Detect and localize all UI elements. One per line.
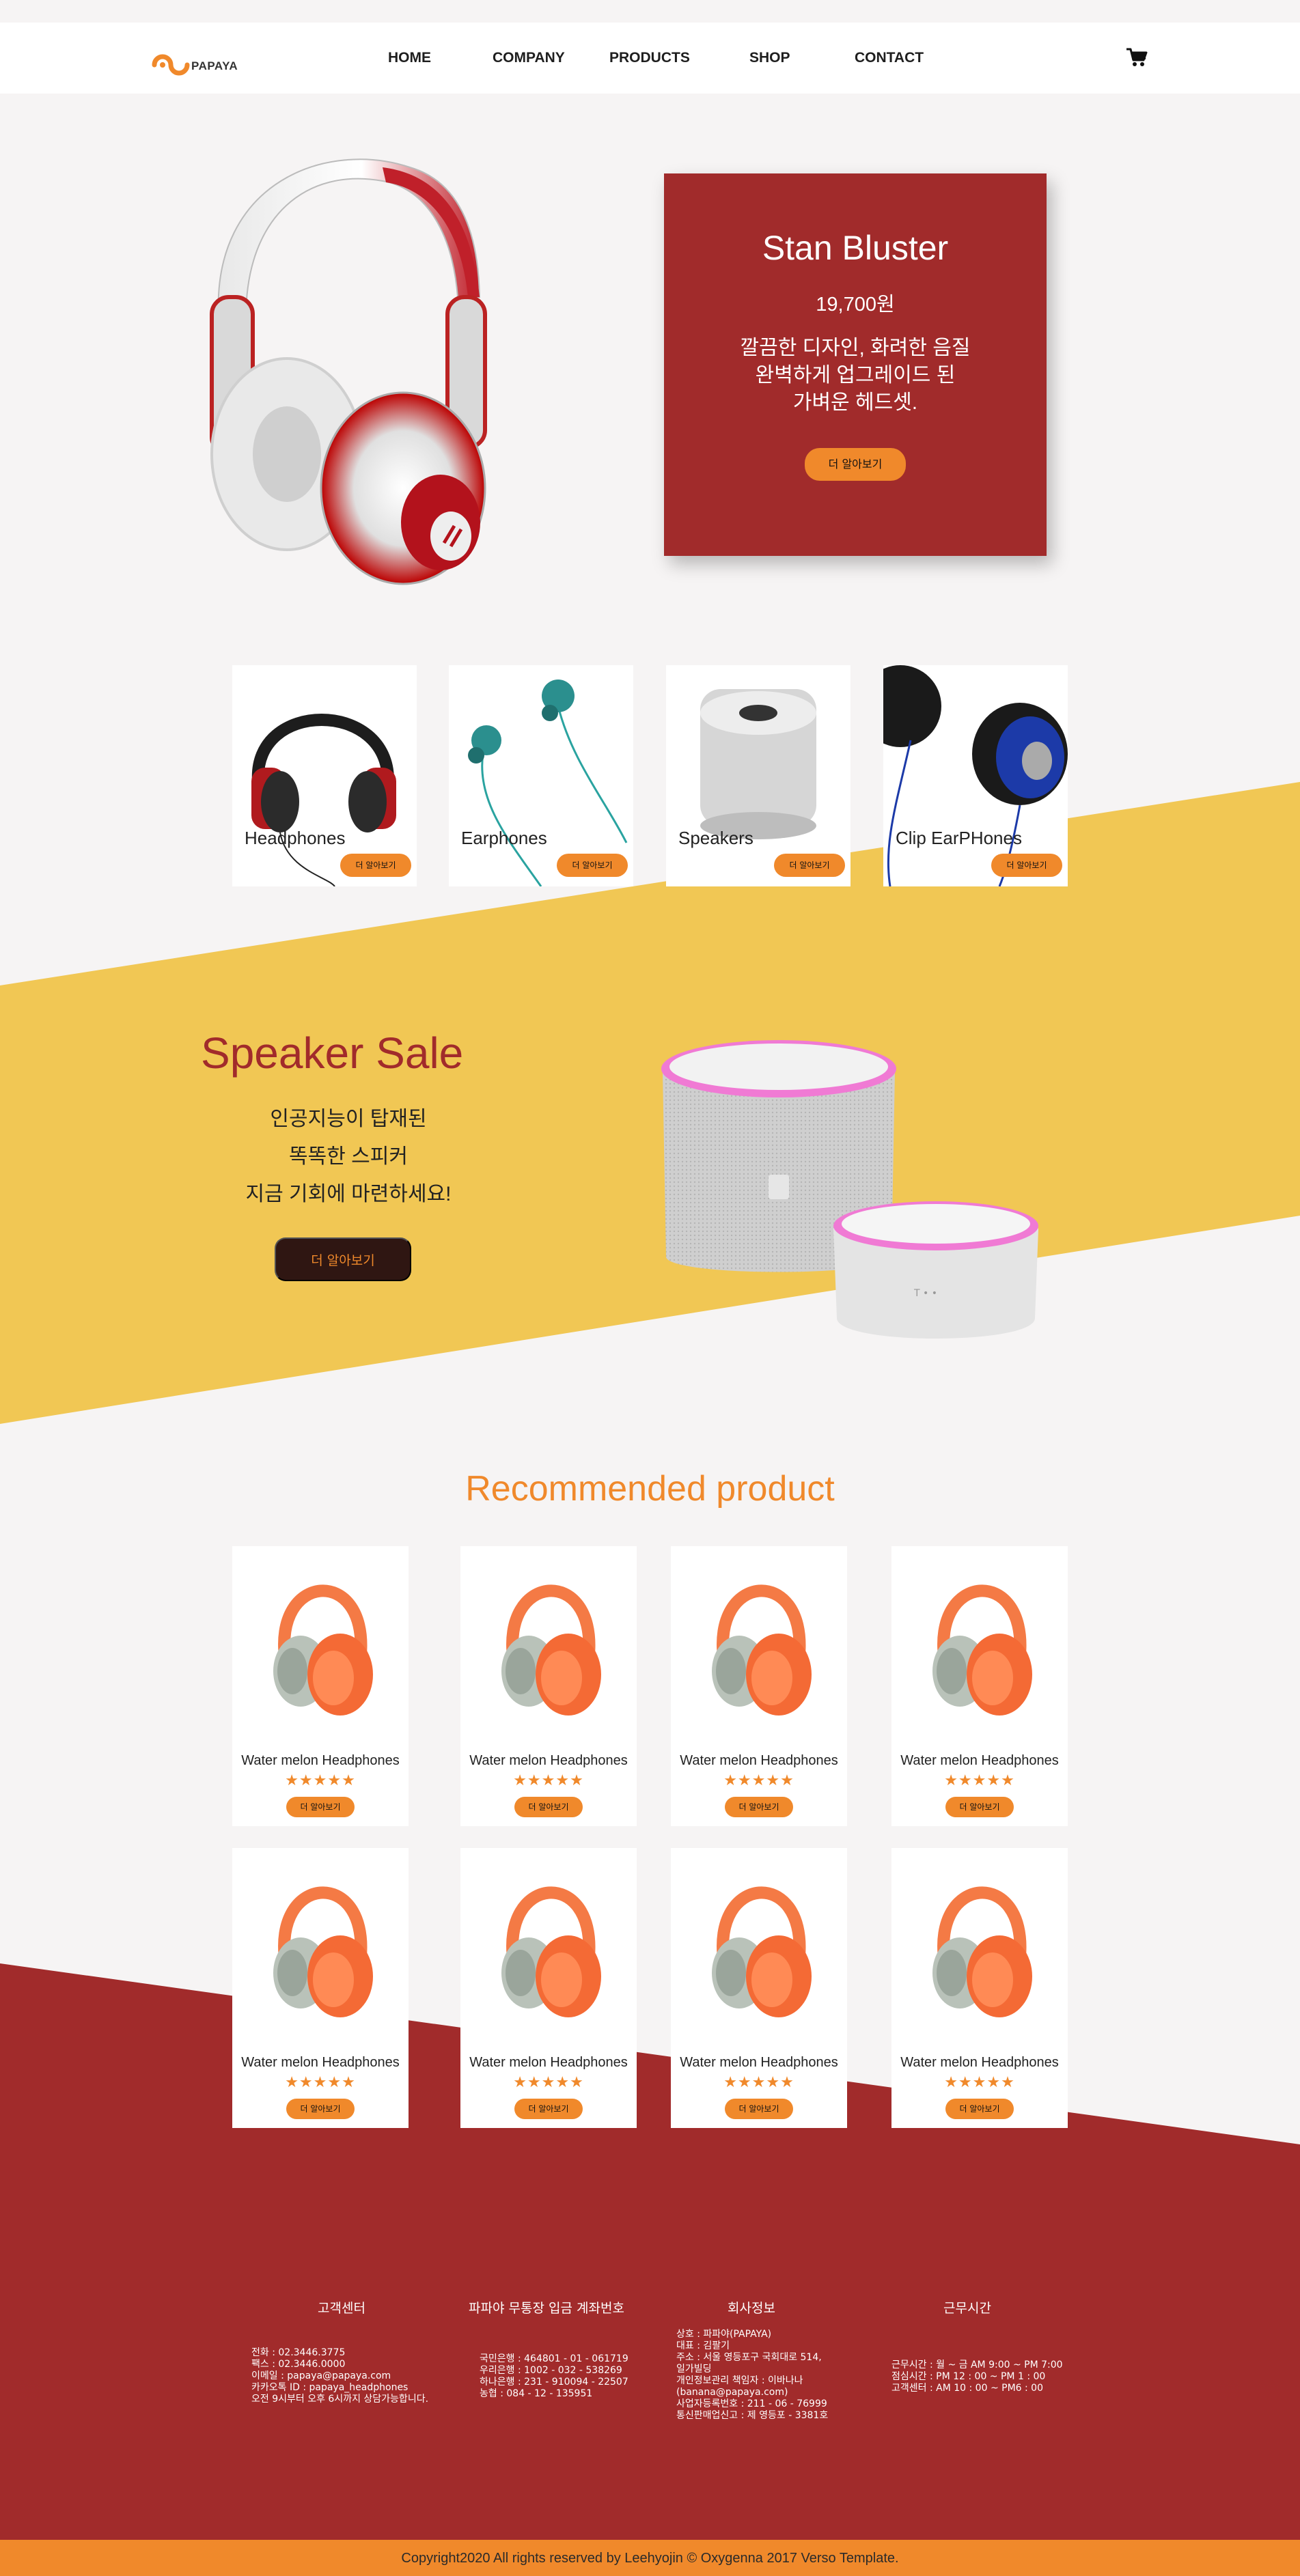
product-learn-more-button[interactable]: 더 알아보기 (514, 1797, 583, 1817)
watermelon-headphones-image (932, 1886, 1032, 2017)
sale-line: 인공지능이 탑재된 (270, 1108, 427, 1130)
sale-learn-more-button[interactable]: 더 알아보기 (275, 1237, 411, 1281)
category-label: Speakers (678, 828, 753, 848)
watermelon-headphones-image (501, 1886, 601, 2017)
category-learn-more-button[interactable]: 더 알아보기 (774, 854, 845, 877)
rating-stars-icon: ★★★★★ (513, 1772, 584, 1789)
product-card[interactable]: Water melon Headphones ★★★★★ 더 알아보기 (460, 1848, 637, 2128)
product-card[interactable]: Water melon Headphones ★★★★★ 더 알아보기 (891, 1546, 1068, 1826)
product-learn-more-button[interactable]: 더 알아보기 (514, 2099, 583, 2119)
footer-customer-center-body: 전화 : 02.3446.3775 팩스 : 02.3446.0000 이메일 … (251, 2347, 429, 2405)
hero-title: Stan Bluster (762, 229, 949, 267)
recommended-title: Recommended product (465, 1469, 835, 1509)
category-card-clip-earphones[interactable]: Clip EarPHones 더 알아보기 (883, 665, 1068, 886)
category-label: Clip EarPHones (896, 828, 1022, 848)
hero-headphones-image (198, 140, 499, 591)
rating-stars-icon: ★★★★★ (944, 1772, 1015, 1789)
footer-hours-body: 근무시간 : 월 ~ 금 AM 9:00 ~ PM 7:00 점심시간 : PM… (891, 2360, 1063, 2394)
footer-bank-title: 파파야 무통장 입금 계좌번호 (469, 2301, 624, 2316)
category-label: Earphones (461, 828, 547, 848)
product-learn-more-button[interactable]: 더 알아보기 (945, 2099, 1014, 2119)
rating-stars-icon: ★★★★★ (285, 1772, 356, 1789)
product-card[interactable]: Water melon Headphones ★★★★★ 더 알아보기 (232, 1848, 409, 2128)
hero-description: 깔끔한 디자인, 화려한 음질 완벽하게 업그레이드 된 가벼운 헤드셋. (705, 335, 1006, 417)
product-card[interactable]: Water melon Headphones ★★★★★ 더 알아보기 (891, 1848, 1068, 2128)
nav-home[interactable]: HOME (388, 50, 431, 66)
rating-stars-icon: ★★★★★ (723, 1772, 794, 1789)
nav-contact[interactable]: CONTACT (855, 50, 924, 66)
watermelon-headphones-image (273, 1584, 373, 1716)
sale-line: 지금 기회에 마련하세요! (245, 1183, 452, 1205)
sale-line: 똑똑한 스피커 (289, 1145, 408, 1168)
svg-text:T • •: T • • (913, 1288, 937, 1299)
product-card[interactable]: Water melon Headphones ★★★★★ 더 알아보기 (232, 1546, 409, 1826)
copyright-text: Copyright2020 All rights reserved by Lee… (401, 2551, 899, 2566)
category-card-headphones[interactable]: Headphones 더 알아보기 (232, 665, 417, 886)
hero-learn-more-button[interactable]: 더 알아보기 (805, 448, 906, 481)
product-name: Water melon Headphones (680, 2055, 838, 2070)
product-name: Water melon Headphones (241, 2055, 400, 2070)
product-card[interactable]: Water melon Headphones ★★★★★ 더 알아보기 (460, 1546, 637, 1826)
papaya-logo-icon (152, 54, 190, 76)
hero-desc-line: 가벼운 헤드셋. (792, 391, 918, 414)
product-learn-more-button[interactable]: 더 알아보기 (725, 1797, 793, 1817)
category-card-speakers[interactable]: Speakers 더 알아보기 (666, 665, 850, 886)
product-learn-more-button[interactable]: 더 알아보기 (286, 1797, 355, 1817)
hero-product-card: Stan Bluster 19,700원 깔끔한 디자인, 화려한 음질 완벽하… (664, 173, 1047, 556)
product-name: Water melon Headphones (469, 2055, 628, 2070)
category-learn-more-button[interactable]: 더 알아보기 (340, 854, 411, 877)
logo-text: PAPAYA (191, 59, 238, 72)
rating-stars-icon: ★★★★★ (285, 2073, 356, 2090)
footer-hours-title: 근무시간 (943, 2301, 991, 2316)
category-learn-more-button[interactable]: 더 알아보기 (557, 854, 628, 877)
watermelon-headphones-image (712, 1584, 812, 1716)
product-card[interactable]: Water melon Headphones ★★★★★ 더 알아보기 (671, 1546, 847, 1826)
hero-price: 19,700원 (816, 294, 895, 316)
product-name: Water melon Headphones (241, 1753, 400, 1768)
nav-shop[interactable]: SHOP (749, 50, 790, 66)
watermelon-headphones-image (273, 1886, 373, 2017)
copyright-bar: Copyright2020 All rights reserved by Lee… (0, 2540, 1300, 2576)
footer-company-title: 회사정보 (728, 2301, 775, 2316)
category-label: Headphones (245, 828, 346, 848)
hero-desc-line: 완벽하게 업그레이드 된 (755, 364, 956, 387)
papaya-logo[interactable]: PAPAYA (150, 40, 246, 81)
footer-bank-body: 국민은행 : 464801 - 01 - 061719 우리은행 : 1002 … (480, 2353, 628, 2399)
product-learn-more-button[interactable]: 더 알아보기 (725, 2099, 793, 2119)
nav-company[interactable]: COMPANY (493, 50, 565, 66)
watermelon-headphones-image (932, 1584, 1032, 1716)
rating-stars-icon: ★★★★★ (513, 2073, 584, 2090)
sale-title: Speaker Sale (201, 1028, 464, 1078)
footer-customer-center-title: 고객센터 (318, 2301, 365, 2316)
product-name: Water melon Headphones (680, 1753, 838, 1768)
smart-speaker-image: T • • (656, 1004, 1052, 1359)
watermelon-headphones-image (712, 1886, 812, 2017)
footer-company-body: 상호 : 파파야(PAPAYA) 대표 : 김팔기 주소 : 서울 영등포구 국… (676, 2329, 829, 2421)
category-card-earphones[interactable]: Earphones 더 알아보기 (449, 665, 633, 886)
product-name: Water melon Headphones (469, 1753, 628, 1768)
product-card[interactable]: Water melon Headphones ★★★★★ 더 알아보기 (671, 1848, 847, 2128)
product-name: Water melon Headphones (900, 2055, 1059, 2070)
nav-products[interactable]: PRODUCTS (609, 50, 690, 66)
background-bands (0, 0, 1300, 2576)
product-learn-more-button[interactable]: 더 알아보기 (945, 1797, 1014, 1817)
shopping-cart-icon[interactable] (1126, 47, 1148, 68)
rating-stars-icon: ★★★★★ (944, 2073, 1015, 2090)
hero-desc-line: 깔끔한 디자인, 화려한 음질 (740, 337, 971, 359)
site-header: PAPAYA HOME COMPANY PRODUCTS SHOP CONTAC… (0, 23, 1300, 94)
rating-stars-icon: ★★★★★ (723, 2073, 794, 2090)
product-name: Water melon Headphones (900, 1753, 1059, 1768)
watermelon-headphones-image (501, 1584, 601, 1716)
category-learn-more-button[interactable]: 더 알아보기 (991, 854, 1062, 877)
product-learn-more-button[interactable]: 더 알아보기 (286, 2099, 355, 2119)
